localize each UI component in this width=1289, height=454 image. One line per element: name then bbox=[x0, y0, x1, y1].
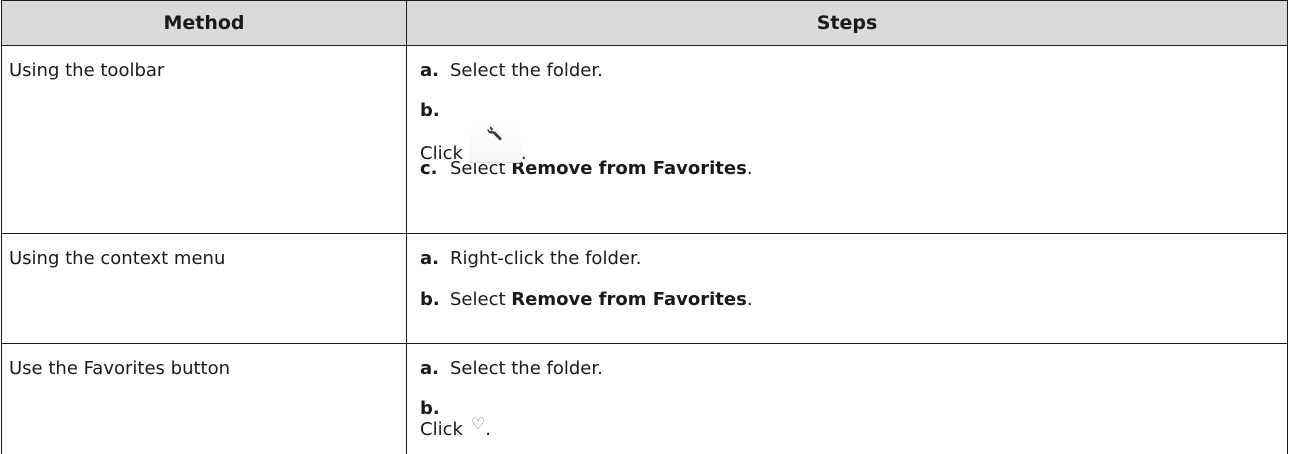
steps-list: a. Right-click the folder. b. Select Rem… bbox=[407, 234, 1287, 312]
step-text-prefix: Select bbox=[450, 289, 512, 310]
method-cell: Using the context menu bbox=[1, 233, 407, 344]
step-text: Select the folder. bbox=[450, 60, 603, 81]
wrench-icon bbox=[468, 120, 521, 163]
method-label: Use the Favorites button bbox=[9, 358, 231, 379]
step-item: b. Click . bbox=[420, 100, 1287, 164]
step-text-line: Click ♡. bbox=[420, 414, 491, 442]
heart-icon: ♡ bbox=[470, 414, 486, 433]
step-letter: a. bbox=[420, 358, 439, 379]
table-row: Using the context menu a. Right-click th… bbox=[1, 233, 1288, 344]
step-item: a. Select the folder. bbox=[420, 357, 1287, 398]
step-text-suffix: . bbox=[746, 289, 753, 310]
methods-table: Method Steps Using the toolbar a. Select… bbox=[1, 0, 1288, 454]
step-letter: b. bbox=[420, 289, 440, 310]
method-label: Using the context menu bbox=[9, 248, 226, 269]
steps-cell: a. Right-click the folder. b. Select Rem… bbox=[406, 233, 1288, 344]
step-letter: a. bbox=[420, 60, 439, 81]
step-item: a. Select the folder. bbox=[420, 59, 1287, 100]
step-text: Select Remove from Favorites. bbox=[450, 288, 753, 312]
method-cell: Use the Favorites button bbox=[1, 343, 407, 454]
steps-list: a. Select the folder. b. Click ♡. bbox=[407, 344, 1287, 440]
step-text-line: Click . bbox=[420, 120, 527, 166]
remove-from-favorites-label: Remove from Favorites bbox=[511, 158, 747, 179]
step-text-suffix: . bbox=[520, 143, 527, 164]
steps-cell: a. Select the folder. b. Click ♡. bbox=[406, 343, 1288, 454]
table-row: Using the toolbar a. Select the folder. … bbox=[1, 45, 1288, 234]
steps-list: a. Select the folder. b. Click . c. Sele… bbox=[407, 46, 1287, 181]
step-text: Right-click the folder. bbox=[450, 248, 642, 269]
step-item: b. Select Remove from Favorites. bbox=[420, 288, 1287, 312]
step-text: Click bbox=[420, 143, 463, 164]
method-label: Using the toolbar bbox=[9, 60, 165, 81]
method-cell: Using the toolbar bbox=[1, 45, 407, 234]
step-text: Select the folder. bbox=[450, 358, 603, 379]
remove-from-favorites-label: Remove from Favorites bbox=[511, 289, 747, 310]
header-method: Method bbox=[1, 0, 407, 46]
step-letter: b. bbox=[420, 100, 440, 121]
step-text-suffix: . bbox=[746, 158, 753, 179]
step-text-suffix: . bbox=[485, 419, 491, 440]
step-item: b. Click ♡. bbox=[420, 398, 1287, 440]
steps-cell: a. Select the folder. b. Click . c. Sele… bbox=[406, 45, 1288, 234]
step-letter: a. bbox=[420, 248, 439, 269]
table-header-row: Method Steps bbox=[1, 0, 1288, 46]
step-item: c. Select Remove from Favorites. bbox=[420, 157, 1287, 181]
table-row: Use the Favorites button a. Select the f… bbox=[1, 343, 1288, 454]
step-text: Click bbox=[420, 419, 463, 440]
header-steps: Steps bbox=[406, 0, 1288, 46]
step-item: a. Right-click the folder. bbox=[420, 247, 1287, 288]
step-letter: b. bbox=[420, 398, 440, 419]
